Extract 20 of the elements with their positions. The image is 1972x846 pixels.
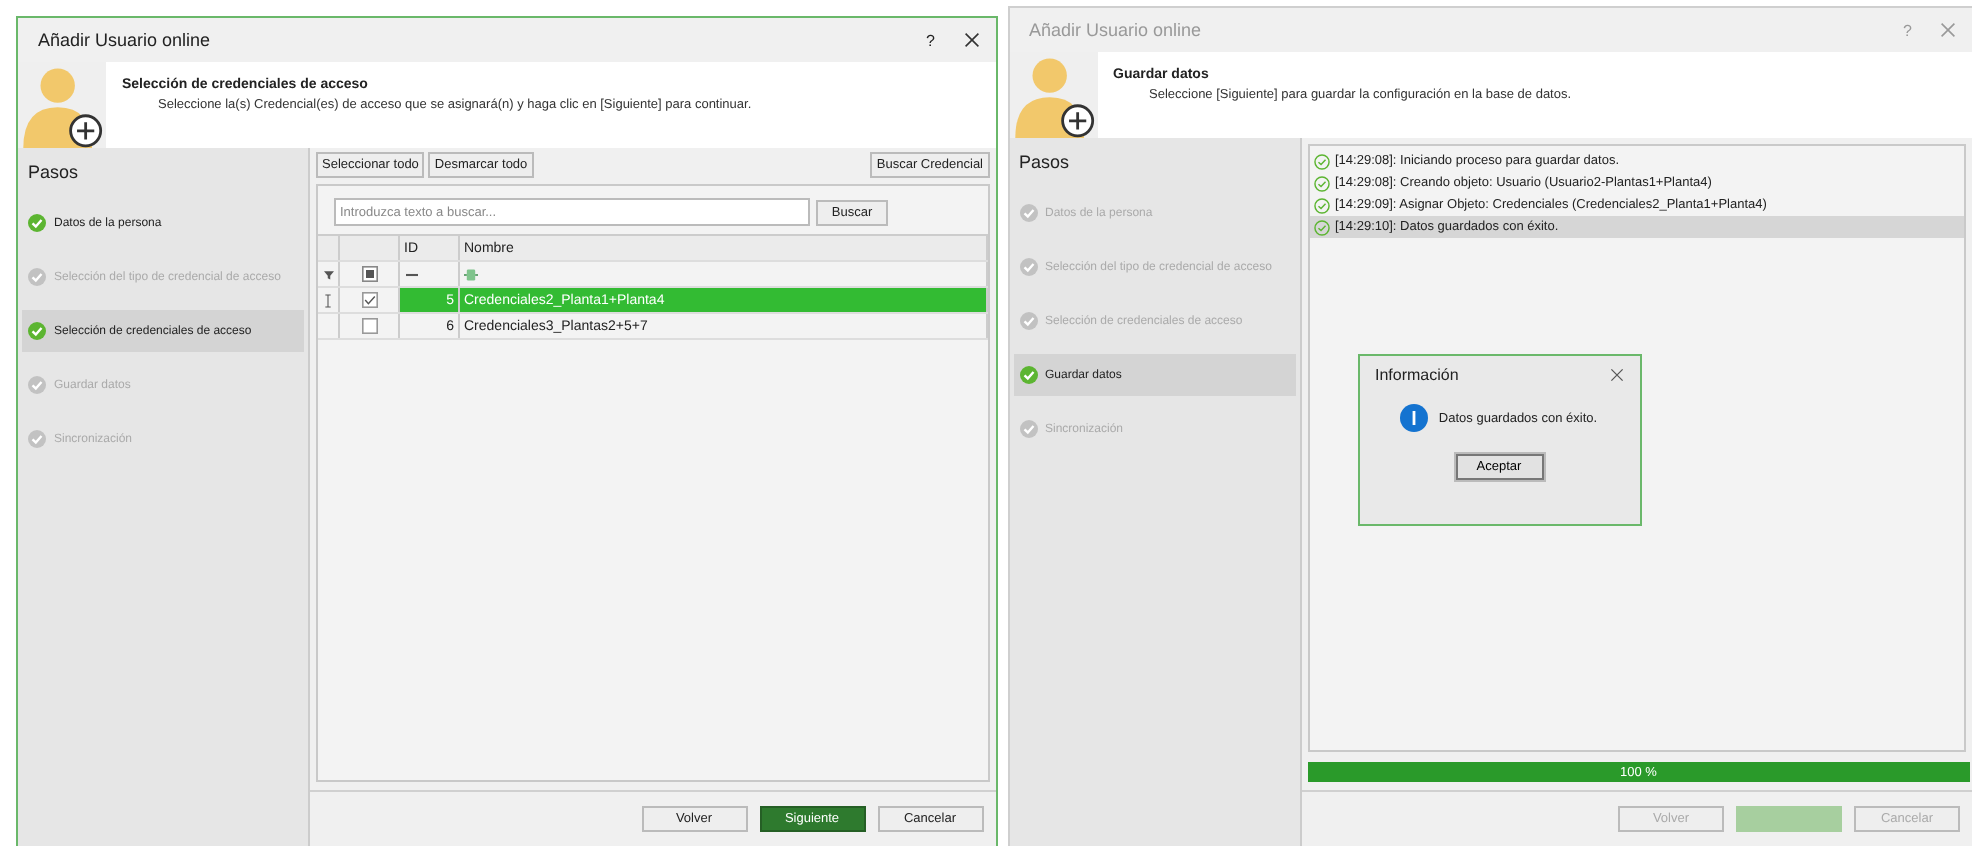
dialog-title: Información <box>1375 366 1461 384</box>
equals-filter-icon[interactable] <box>404 271 420 277</box>
check-circle-icon <box>1313 175 1329 191</box>
close-icon[interactable] <box>963 32 979 48</box>
window-title: Añadir Usuario online <box>38 30 213 50</box>
filter-icon[interactable] <box>323 269 333 279</box>
filter-condition-icon[interactable] <box>464 267 478 281</box>
steps-title: Pasos <box>28 162 81 182</box>
close-icon[interactable] <box>1609 368 1623 382</box>
row-checkbox[interactable] <box>361 318 377 334</box>
check-circle-icon <box>1313 219 1329 235</box>
window-title: Añadir Usuario online <box>1029 20 1204 40</box>
check-circle-icon <box>1313 197 1329 213</box>
check-circle-icon <box>1313 153 1329 169</box>
text-cursor-icon <box>324 293 332 307</box>
row-checkbox[interactable] <box>361 292 377 308</box>
help-button[interactable]: ? <box>926 31 935 49</box>
indeterminate-checkbox-icon[interactable] <box>361 266 377 282</box>
steps-title: Pasos <box>1019 152 1072 172</box>
info-icon <box>1400 404 1429 432</box>
